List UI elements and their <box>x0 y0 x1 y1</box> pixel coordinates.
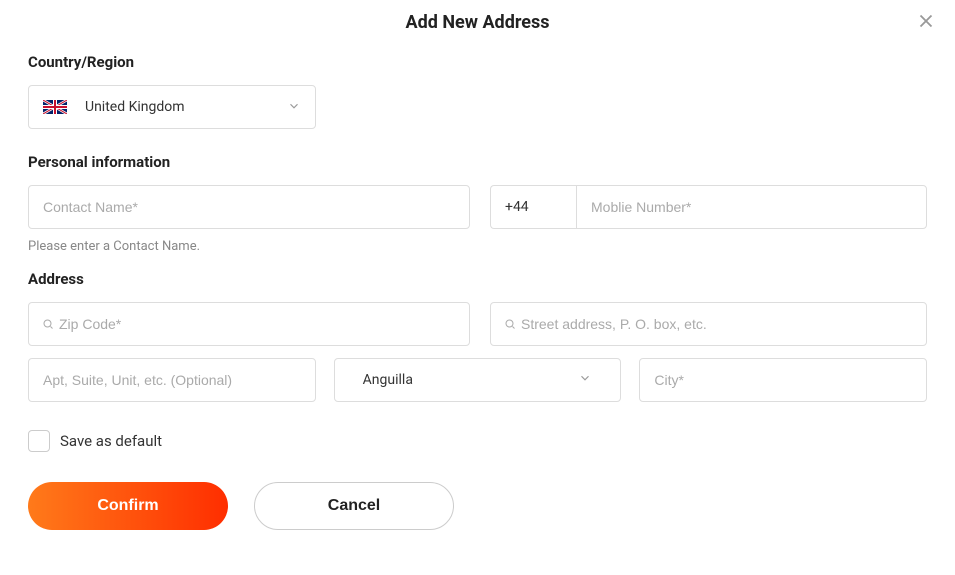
close-button[interactable] <box>915 10 937 36</box>
contact-name-helper: Please enter a Contact Name. <box>28 239 927 254</box>
mobile-number-input[interactable] <box>576 185 927 229</box>
apt-input[interactable] <box>28 358 316 402</box>
contact-name-input[interactable] <box>28 185 470 229</box>
cancel-button[interactable]: Cancel <box>254 482 454 530</box>
search-icon <box>504 315 516 334</box>
save-default-checkbox[interactable] <box>28 430 50 452</box>
save-default-label: Save as default <box>60 432 162 450</box>
address-section-label: Address <box>28 270 927 288</box>
phone-prefix[interactable]: +44 <box>490 185 576 229</box>
state-select[interactable]: Anguilla <box>334 358 622 402</box>
personal-section-label: Personal information <box>28 153 927 171</box>
search-icon <box>42 315 54 334</box>
street-address-input[interactable] <box>490 302 927 346</box>
confirm-button[interactable]: Confirm <box>28 482 228 530</box>
country-select[interactable]: United Kingdom <box>28 85 316 129</box>
chevron-down-icon <box>287 98 301 117</box>
country-selected-label: United Kingdom <box>85 99 287 115</box>
modal-title: Add New Address <box>28 12 927 33</box>
country-section-label: Country/Region <box>28 53 927 71</box>
close-icon <box>915 10 937 32</box>
chevron-down-icon <box>578 371 592 389</box>
state-selected-label: Anguilla <box>363 372 413 388</box>
zip-code-input[interactable] <box>28 302 470 346</box>
uk-flag-icon <box>43 100 67 114</box>
city-input[interactable] <box>639 358 927 402</box>
